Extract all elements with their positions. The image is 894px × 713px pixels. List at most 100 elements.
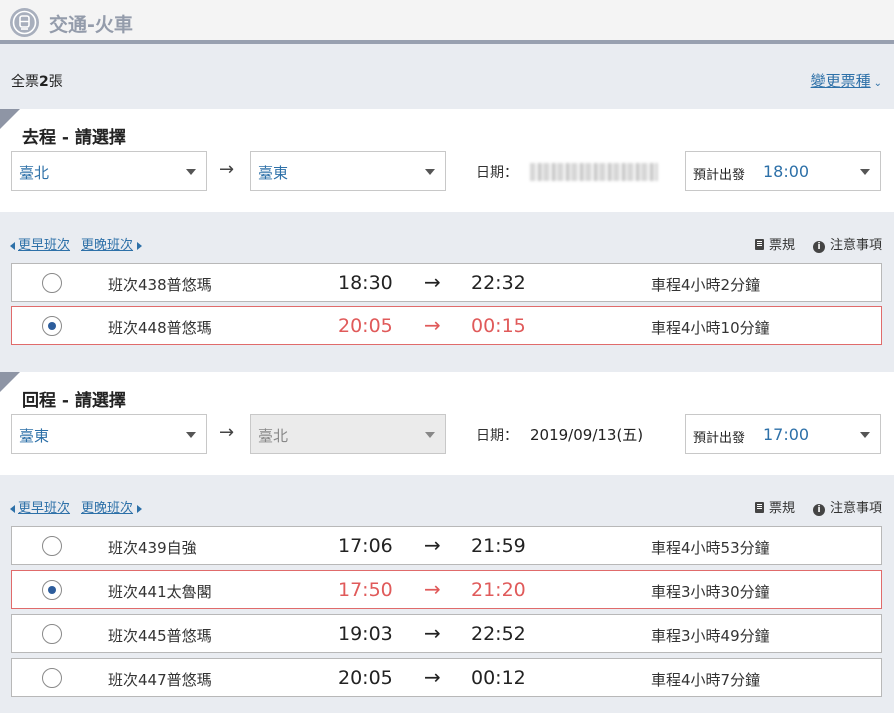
train-row[interactable]: 班次439自強 17:06 → 21:59 車程4小時53分鐘 [11, 526, 882, 565]
arrow-right-icon: → [424, 533, 441, 557]
outbound-from-value: 臺北 [19, 164, 50, 182]
change-ticket-type-label: 變更票種 [810, 72, 871, 90]
return-depart-time-select[interactable]: 預計出發 17:00 [685, 414, 881, 454]
ticket-type-label: 全票 [11, 74, 39, 90]
train-number: 班次439自強 [108, 539, 197, 557]
train-row[interactable]: 班次448普悠瑪 20:05 → 00:15 車程4小時10分鐘 [11, 306, 882, 345]
arrival-time: 21:20 [471, 579, 526, 601]
arrow-right-icon: → [424, 313, 441, 337]
ticket-summary: 全票2張 [11, 71, 63, 91]
departure-time: 18:30 [338, 272, 393, 294]
arrival-time: 22:52 [471, 623, 526, 645]
outbound-earlier-link[interactable]: 更早班次 [18, 238, 70, 253]
train-radio[interactable] [42, 580, 62, 600]
notes-label: 注意事項 [829, 238, 882, 253]
depart-label: 預計出發 [693, 431, 746, 446]
train-row[interactable]: 班次447普悠瑪 20:05 → 00:12 車程4小時7分鐘 [11, 658, 882, 697]
outbound-notes-link[interactable]: i 注意事項 [795, 238, 882, 253]
return-date-value: 2019/09/13(五) [530, 426, 644, 444]
arrival-time: 00:15 [471, 315, 526, 337]
arrow-right-icon: → [424, 270, 441, 294]
triangle-right-icon [137, 241, 143, 250]
return-train-nav: 更早班次 更晚班次 [10, 497, 143, 516]
travel-duration: 車程4小時7分鐘 [651, 671, 761, 689]
return-rules-link[interactable]: 票規 [754, 501, 795, 516]
caret-down-icon [186, 169, 196, 175]
return-to-value: 臺北 [258, 427, 289, 445]
outbound-depart-time: 18:00 [763, 162, 810, 181]
return-from-select[interactable]: 臺東 [11, 414, 207, 454]
travel-duration: 車程4小時10分鐘 [651, 319, 770, 337]
corner-flag [0, 109, 20, 129]
train-number: 班次447普悠瑪 [108, 671, 212, 689]
outbound-train-nav: 更早班次 更晚班次 [10, 234, 143, 253]
return-trip-panel: 回程 - 請選擇 臺東 → 臺北 日期： 2019/09/13(五) 預計出發 … [0, 372, 894, 475]
return-from-value: 臺東 [19, 427, 50, 445]
change-ticket-type-link[interactable]: 變更票種 ⌄ [811, 70, 882, 91]
return-later-link[interactable]: 更晚班次 [81, 501, 133, 516]
page-header: 交通-火車 [0, 0, 894, 44]
train-radio[interactable] [42, 316, 62, 336]
train-number: 班次448普悠瑪 [108, 319, 212, 337]
train-row[interactable]: 班次445普悠瑪 19:03 → 22:52 車程3小時49分鐘 [11, 614, 882, 653]
outbound-depart-time-select[interactable]: 預計出發 18:00 [685, 151, 881, 191]
chevron-down-icon: ⌄ [873, 78, 882, 89]
info-icon: i [812, 504, 825, 516]
travel-duration: 車程3小時49分鐘 [651, 627, 770, 645]
outbound-to-select[interactable]: 臺東 [250, 151, 446, 191]
caret-down-icon [860, 169, 870, 175]
train-number: 班次441太魯閣 [108, 583, 212, 601]
outbound-from-select[interactable]: 臺北 [11, 151, 207, 191]
outbound-title: 去程 - 請選擇 [22, 128, 126, 148]
return-date-label: 日期： [476, 428, 518, 444]
return-depart-time: 17:00 [763, 425, 810, 444]
ticket-count: 2 [39, 74, 49, 90]
rules-label: 票規 [768, 501, 795, 516]
corner-flag [0, 372, 20, 392]
return-to-select: 臺北 [250, 414, 446, 454]
page-title: 交通-火車 [49, 14, 133, 36]
departure-time: 19:03 [338, 623, 393, 645]
departure-time: 17:50 [338, 579, 393, 601]
triangle-right-icon [137, 504, 143, 513]
train-row[interactable]: 班次438普悠瑪 18:30 → 22:32 車程4小時2分鐘 [11, 263, 882, 302]
arrival-time: 22:32 [471, 272, 526, 294]
return-earlier-link[interactable]: 更早班次 [18, 501, 70, 516]
outbound-meta-links: 票規 i 注意事項 [754, 234, 882, 253]
caret-down-icon [425, 432, 435, 438]
rules-book-icon [754, 502, 764, 513]
travel-duration: 車程4小時2分鐘 [651, 276, 761, 294]
train-row[interactable]: 班次441太魯閣 17:50 → 21:20 車程3小時30分鐘 [11, 570, 882, 609]
return-title: 回程 - 請選擇 [22, 391, 126, 411]
train-number: 班次445普悠瑪 [108, 627, 212, 645]
arrival-time: 00:12 [471, 667, 526, 689]
arrow-right-icon: → [424, 665, 441, 689]
train-radio[interactable] [42, 536, 62, 556]
depart-label: 預計出發 [693, 168, 746, 183]
return-meta-links: 票規 i 注意事項 [754, 497, 882, 516]
arrow-right-icon: → [424, 577, 441, 601]
departure-time: 17:06 [338, 535, 393, 557]
outbound-to-value: 臺東 [258, 164, 289, 182]
train-radio[interactable] [42, 668, 62, 688]
train-radio[interactable] [42, 624, 62, 644]
outbound-date-label: 日期： [476, 165, 518, 181]
arrow-right-icon: → [424, 621, 441, 645]
triangle-left-icon [10, 241, 15, 250]
travel-duration: 車程3小時30分鐘 [651, 583, 770, 601]
caret-down-icon [425, 169, 435, 175]
rules-book-icon [754, 239, 764, 250]
notes-label: 注意事項 [829, 501, 882, 516]
return-notes-link[interactable]: i 注意事項 [795, 501, 882, 516]
outbound-rules-link[interactable]: 票規 [754, 238, 795, 253]
route-arrow-icon: → [219, 159, 235, 180]
departure-time: 20:05 [338, 315, 393, 337]
train-number: 班次438普悠瑪 [108, 276, 212, 294]
outbound-later-link[interactable]: 更晚班次 [81, 238, 133, 253]
train-radio[interactable] [42, 273, 62, 293]
arrival-time: 21:59 [471, 535, 526, 557]
outbound-date-redacted [530, 163, 658, 181]
train-icon [10, 8, 39, 37]
travel-duration: 車程4小時53分鐘 [651, 539, 770, 557]
departure-time: 20:05 [338, 667, 393, 689]
